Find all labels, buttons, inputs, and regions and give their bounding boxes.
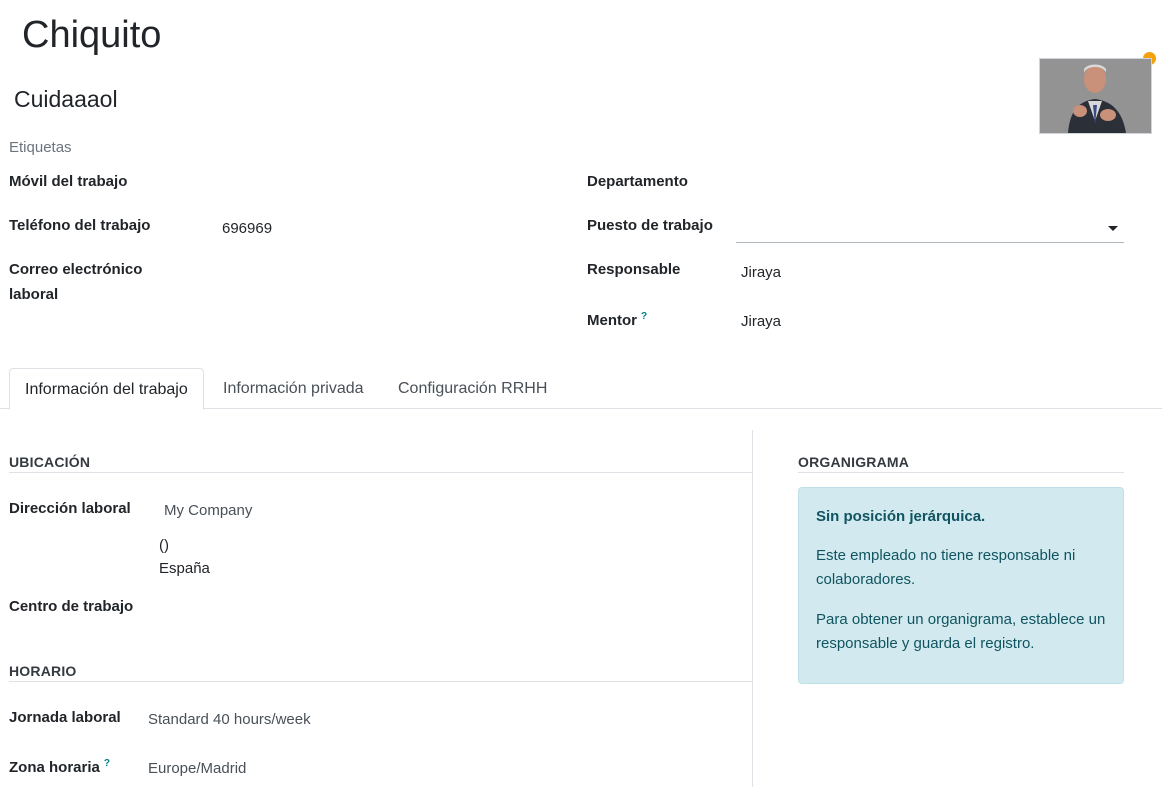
working-hours-field[interactable]: Standard 40 hours/week (148, 711, 311, 728)
job-title-field[interactable]: Cuidaaaol (14, 86, 118, 113)
tab-work-information[interactable]: Información del trabajo (9, 368, 204, 410)
location-section-rule (9, 472, 752, 473)
work-mobile-label: Móvil del trabajo (9, 173, 128, 190)
work-email-label-line2: laboral (9, 286, 59, 303)
work-phone-label: Teléfono del trabajo (9, 217, 151, 234)
alert-title: Sin posición jerárquica. (816, 508, 986, 525)
mentor-label-text: Mentor (587, 312, 637, 329)
timezone-field[interactable]: Europe/Madrid (148, 760, 246, 777)
tab-private-information[interactable]: Información privada (208, 368, 379, 408)
location-section-title: UBICACIÓN (9, 454, 91, 470)
work-phone-field[interactable]: 696969 (222, 220, 272, 237)
org-chart-section-title: ORGANIGRAMA (798, 454, 910, 470)
employee-avatar[interactable] (1039, 58, 1152, 134)
org-chart-section-rule (798, 472, 1124, 473)
org-chart-alert: Sin posición jerárquica. Este empleado n… (798, 487, 1124, 684)
tags-input[interactable]: Etiquetas (9, 139, 72, 156)
department-label: Departamento (587, 173, 688, 190)
help-icon[interactable]: ? (104, 758, 110, 769)
work-location-label: Centro de trabajo (9, 598, 134, 615)
column-divider (752, 430, 753, 787)
manager-label: Responsable (587, 261, 681, 278)
mentor-field[interactable]: Jiraya (741, 313, 781, 330)
work-address-label: Dirección laboral (9, 500, 131, 517)
job-position-select[interactable] (736, 212, 1124, 243)
alert-text-1: Este empleado no tiene responsable ni co… (816, 547, 1076, 588)
timezone-label-text: Zona horaria (9, 759, 100, 776)
schedule-section-title: HORARIO (9, 663, 77, 679)
tab-hr-settings[interactable]: Configuración RRHH (383, 368, 562, 408)
chevron-down-icon[interactable] (1108, 226, 1118, 231)
job-position-label: Puesto de trabajo (587, 217, 713, 234)
address-line-2: España (159, 560, 210, 577)
schedule-section-rule (9, 681, 752, 682)
work-address-field[interactable]: My Company (164, 502, 252, 519)
mentor-label: Mentor? (587, 311, 647, 329)
avatar-photo (1040, 59, 1151, 133)
alert-text-2: Para obtener un organigrama, establece u… (816, 611, 1106, 652)
manager-field[interactable]: Jiraya (741, 264, 781, 281)
timezone-label: Zona horaria? (9, 758, 110, 776)
help-icon[interactable]: ? (641, 311, 647, 322)
address-line-1: () (159, 537, 169, 554)
work-email-label: Correo electrónico (9, 261, 143, 278)
working-hours-label: Jornada laboral (9, 709, 121, 726)
employee-name[interactable]: Chiquito (22, 14, 161, 57)
